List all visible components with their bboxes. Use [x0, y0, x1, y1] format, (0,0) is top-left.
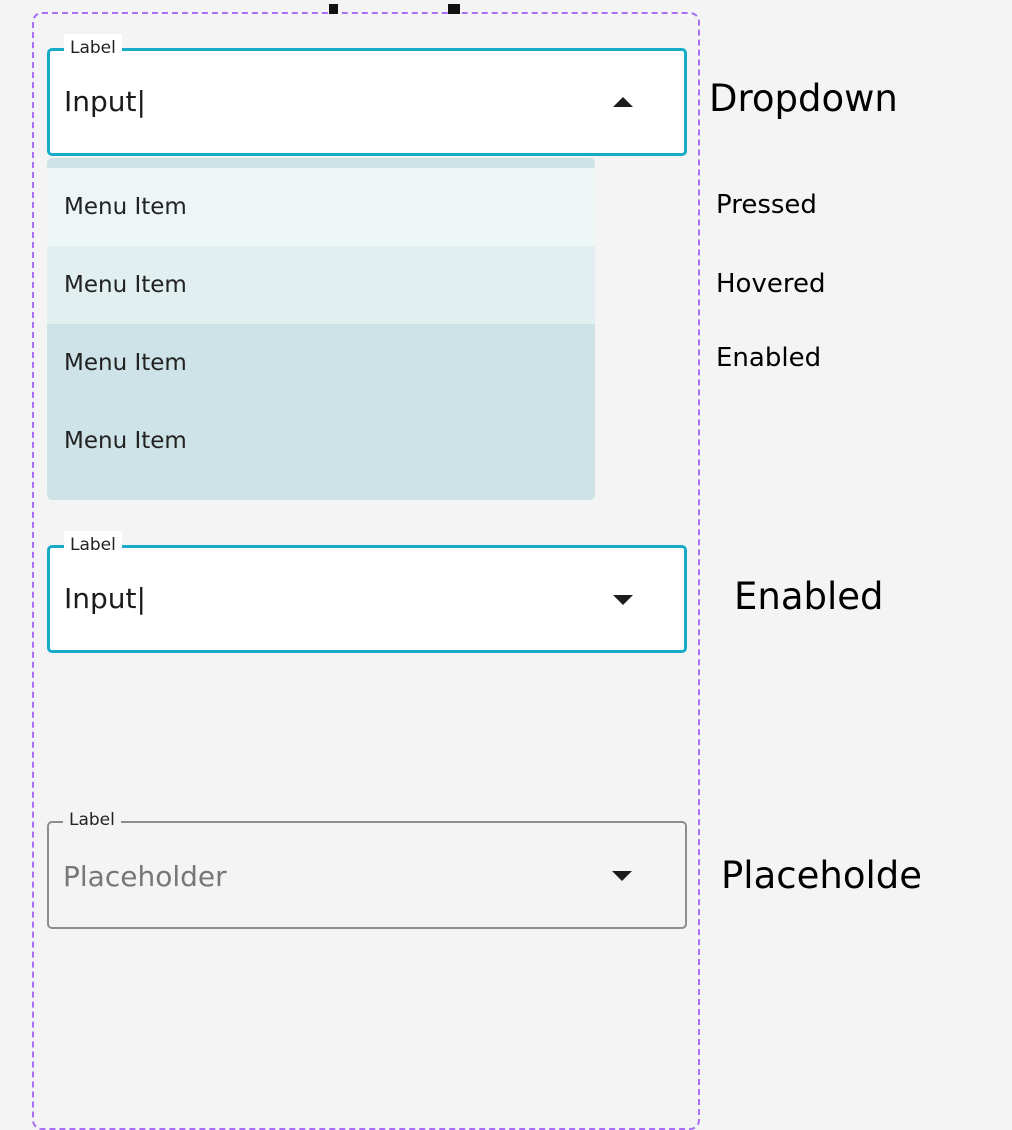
state-label-enabled-field: Enabled — [734, 575, 884, 618]
field-label: Label — [64, 34, 122, 62]
menu-item-label: Menu Item — [64, 428, 187, 454]
menu-item-label: Menu Item — [64, 350, 187, 376]
state-label-enabled: Enabled — [716, 343, 822, 373]
dropdown-open-field[interactable]: Label Input| — [47, 34, 687, 156]
menu-item-label: Menu Item — [64, 272, 187, 298]
state-label-pressed: Pressed — [716, 190, 817, 220]
title-fragment — [329, 4, 338, 14]
menu-item-enabled[interactable]: Menu Item — [47, 324, 595, 402]
state-label-dropdown: Dropdown — [709, 77, 898, 120]
dropdown-enabled-field[interactable]: Label Input| — [47, 531, 687, 653]
title-fragment — [448, 4, 460, 14]
menu-item[interactable]: Menu Item — [47, 402, 595, 480]
caret-down-icon[interactable] — [612, 871, 632, 881]
menu-item-label: Menu Item — [64, 194, 187, 220]
caret-down-icon[interactable] — [613, 595, 633, 605]
menu-item-hovered[interactable]: Menu Item — [47, 246, 595, 324]
placeholder-text[interactable]: Placeholder — [63, 859, 227, 895]
input-value[interactable]: Input| — [64, 84, 146, 120]
menu-item-pressed[interactable]: Menu Item — [47, 168, 595, 246]
caret-up-icon[interactable] — [613, 97, 633, 107]
field-label: Label — [64, 531, 122, 559]
dropdown-placeholder-field[interactable]: Label Placeholder — [47, 806, 687, 929]
state-label-placeholder: Placeholde — [721, 854, 922, 897]
state-label-hovered: Hovered — [716, 269, 826, 299]
dropdown-menu: Menu Item Menu Item Menu Item Menu Item — [47, 158, 595, 500]
input-value[interactable]: Input| — [64, 581, 146, 617]
field-label: Label — [63, 806, 121, 834]
